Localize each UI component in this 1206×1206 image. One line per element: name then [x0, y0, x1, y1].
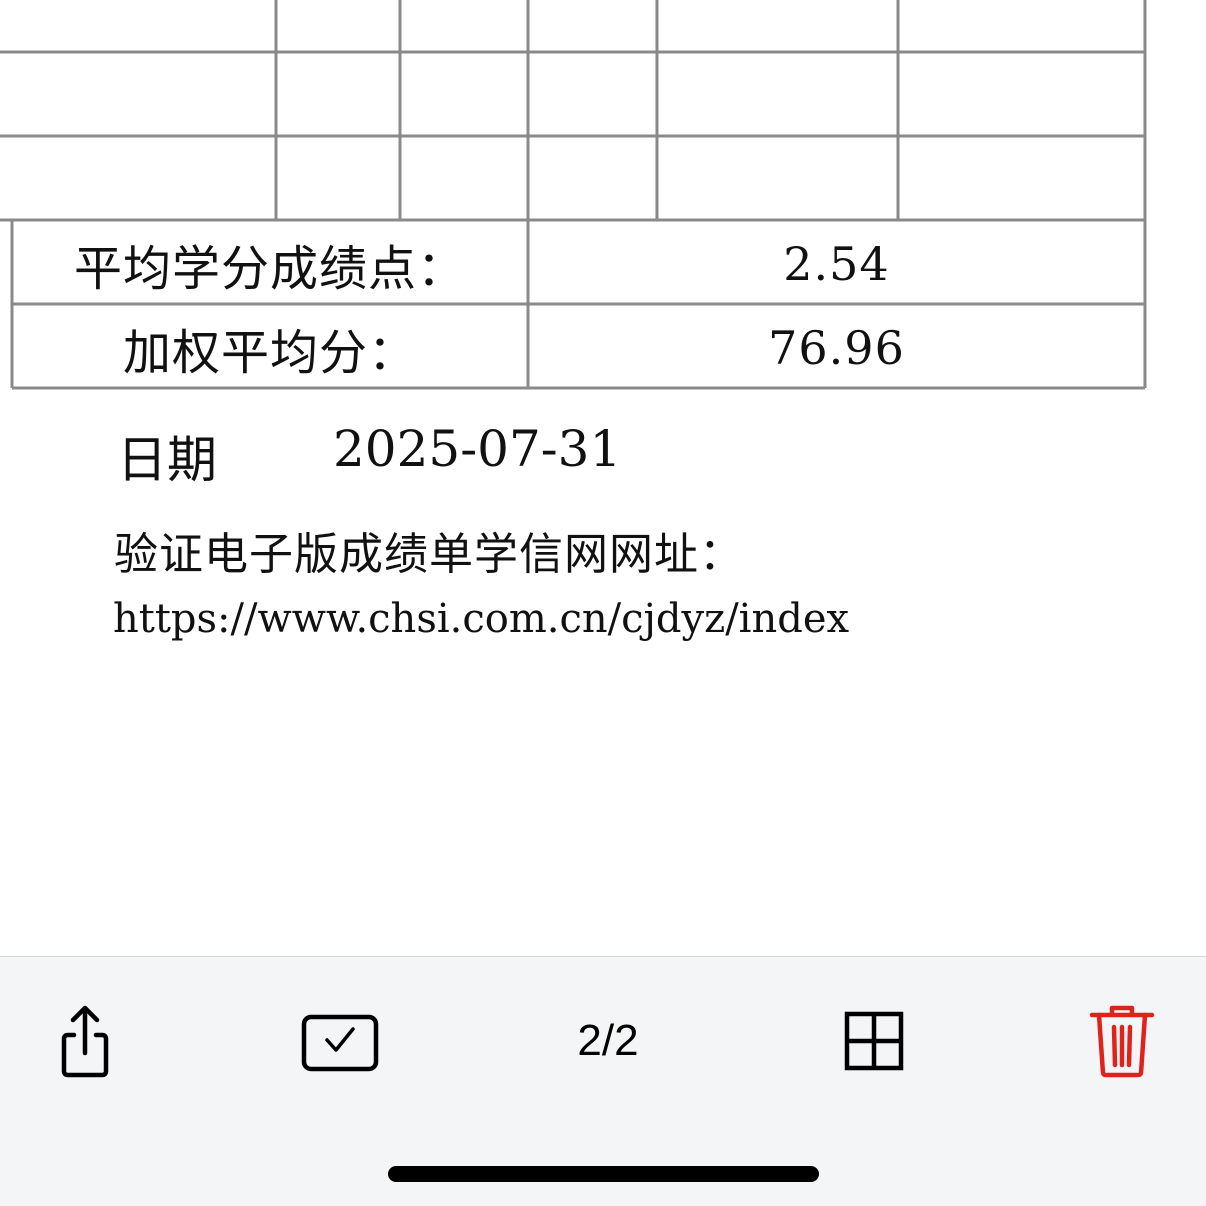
checkbox-select-icon	[301, 1014, 379, 1072]
select-button[interactable]	[300, 1001, 380, 1081]
date-value: 2025-07-31	[333, 420, 622, 478]
weighted-average-label: 加权平均分：	[122, 325, 417, 381]
home-indicator[interactable]	[388, 1166, 819, 1182]
date-label: 日期	[117, 431, 217, 489]
share-icon	[61, 1005, 109, 1078]
gpa-value: 2.54	[783, 237, 890, 291]
delete-button[interactable]	[1082, 1001, 1162, 1081]
trash-icon	[1089, 1005, 1155, 1078]
verify-url: https://www.chsi.com.cn/cjdyz/index	[113, 596, 850, 642]
document-page: 平均学分成绩点： 2.54 加权平均分： 76.96 日期 2025-07-31…	[0, 0, 1206, 956]
grid-view-button[interactable]	[834, 1001, 914, 1081]
share-button[interactable]	[44, 1001, 124, 1081]
page-indicator: 2/2	[577, 1016, 639, 1065]
gpa-label: 平均学分成绩点：	[73, 241, 466, 297]
weighted-average-value: 76.96	[768, 321, 905, 375]
verify-url-label: 验证电子版成绩单学信网网址：	[114, 529, 744, 580]
grid-view-icon	[844, 1011, 904, 1071]
